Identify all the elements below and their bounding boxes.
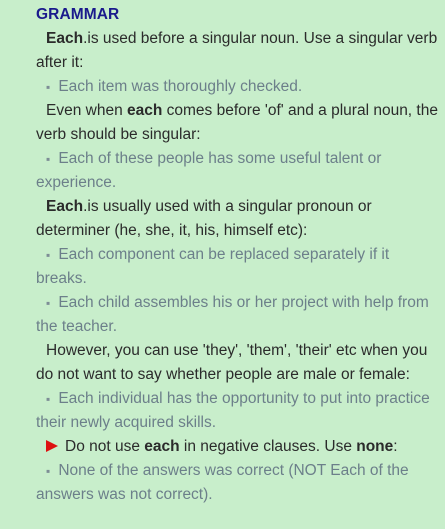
rule-text: .is usually used with a singular pronoun…	[36, 198, 372, 239]
rule-bold-word: each	[127, 102, 163, 119]
rule-text: However, you can use 'they', 'them', 'th…	[36, 342, 428, 383]
square-bullet-icon: ▪	[46, 464, 51, 478]
warning-text-middle: in negative clauses. Use	[179, 438, 357, 455]
square-bullet-icon: ▪	[46, 392, 51, 406]
example-useful-talent: ▪ Each of these people has some useful t…	[36, 147, 439, 195]
warning-text-after: :	[393, 438, 398, 455]
rule-each-of-plural: Even when each comes before 'of' and a p…	[36, 99, 439, 147]
example-text: Each child assembles his or her project …	[36, 294, 429, 335]
grammar-panel: GRAMMAR Each.is used before a singular n…	[0, 0, 445, 529]
square-bullet-icon: ▪	[46, 80, 51, 94]
rule-singular-pronoun: Each.is usually used with a singular pro…	[36, 195, 439, 243]
example-text: Each individual has the opportunity to p…	[36, 390, 430, 431]
square-bullet-icon: ▪	[46, 152, 51, 166]
example-child-assembles: ▪ Each child assembles his or her projec…	[36, 291, 439, 339]
rule-text: .is used before a singular noun. Use a s…	[36, 30, 438, 71]
example-item-checked: ▪ Each item was thoroughly checked.	[36, 75, 439, 99]
example-component-replaced: ▪ Each component can be replaced separat…	[36, 243, 439, 291]
rule-bold-lead: Each	[46, 198, 84, 215]
warning-bold-none: none	[356, 438, 394, 455]
square-bullet-icon: ▪	[46, 248, 51, 262]
section-heading: GRAMMAR	[36, 6, 120, 23]
rule-they-them-their: However, you can use 'they', 'them', 'th…	[36, 339, 439, 387]
warning-bold-each: each	[144, 438, 180, 455]
example-text: Each item was thoroughly checked.	[58, 78, 303, 95]
rule-text-before: Even when	[46, 102, 127, 119]
rule-bold-lead: Each	[46, 30, 84, 47]
red-triangle-arrow-icon	[46, 440, 58, 452]
example-individual-opportunity: ▪ Each individual has the opportunity to…	[36, 387, 439, 435]
example-none-correct: ▪ None of the answers was correct (NOT E…	[36, 459, 439, 507]
rule-singular-noun: Each.is used before a singular noun. Use…	[36, 27, 439, 75]
square-bullet-icon: ▪	[46, 296, 51, 310]
warning-text-before: Do not use	[65, 438, 145, 455]
warning-negative-clauses: Do not use each in negative clauses. Use…	[36, 435, 439, 459]
example-text: None of the answers was correct (NOT Eac…	[36, 462, 409, 503]
example-text: Each of these people has some useful tal…	[36, 150, 382, 191]
example-text: Each component can be replaced separatel…	[36, 246, 390, 287]
